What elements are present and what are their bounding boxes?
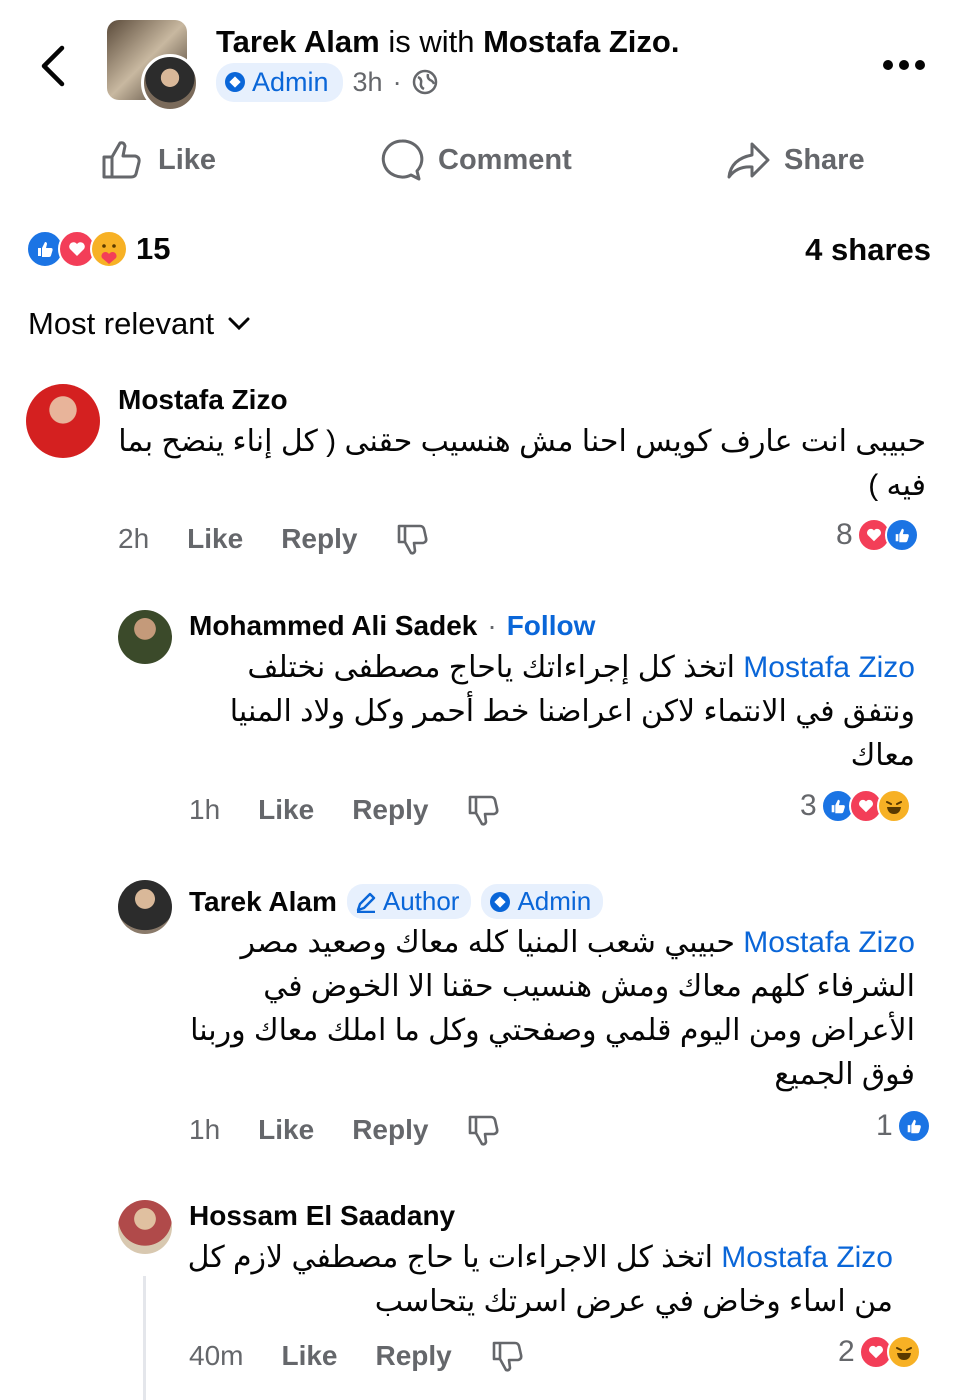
comment-like-button[interactable]: Like (258, 1114, 314, 1146)
tagged-name[interactable]: Mostafa Zizo. (483, 24, 679, 59)
haha-reaction-icon (876, 789, 911, 823)
comment-mention[interactable]: Mostafa Zizo (743, 926, 915, 959)
admin-diamond-icon (225, 72, 245, 92)
comment-button[interactable]: Comment (380, 138, 572, 182)
post-meta: Admin 3h · (216, 62, 438, 102)
reaction-summary: 15 4 shares (26, 226, 931, 274)
sort-dropdown[interactable]: Most relevant (28, 306, 250, 342)
care-reaction-icon (90, 230, 128, 268)
share-button[interactable]: Share (726, 138, 865, 182)
comment-reaction-count: 8 (836, 518, 853, 551)
sort-label: Most relevant (28, 306, 215, 341)
admin-badge: Admin (216, 62, 343, 102)
pencil-icon (356, 892, 376, 913)
comment-author-name[interactable]: Tarek Alam (189, 886, 337, 918)
admin-diamond-icon (490, 891, 511, 912)
comment-reply-button[interactable]: Reply (281, 523, 357, 555)
comment-label: Comment (438, 143, 572, 176)
comment-reaction-count: 1 (876, 1109, 893, 1142)
comment-reply-button[interactable]: Reply (376, 1340, 452, 1372)
share-label: Share (784, 143, 865, 176)
shares-count[interactable]: 4 shares (805, 232, 931, 268)
comment-author[interactable]: Mostafa Zizo (118, 384, 288, 416)
meta-separator: · (392, 66, 402, 97)
post-action-bar: Like Comment Share (0, 132, 957, 192)
post-time[interactable]: 3h (353, 67, 383, 98)
comment-text: Mostafa Zizo اتخذ كل إجراءاتك ياحاج مصطف… (185, 646, 915, 778)
dislike-icon[interactable] (490, 1339, 524, 1373)
comment-like-button[interactable]: Like (258, 794, 314, 826)
author-badge: Author (346, 884, 472, 919)
dislike-icon[interactable] (466, 793, 500, 827)
globe-icon (412, 69, 437, 95)
comment-avatar[interactable] (118, 1200, 172, 1254)
share-arrow-icon (727, 142, 770, 179)
comment-mention[interactable]: Mostafa Zizo (721, 1241, 893, 1274)
post-avatar[interactable] (107, 20, 199, 112)
comment-reactions[interactable]: 8 (836, 518, 919, 552)
follow-button[interactable]: Follow (507, 610, 596, 642)
like-button[interactable]: Like (100, 138, 216, 182)
comment-like-button[interactable]: Like (281, 1340, 337, 1372)
comment-time[interactable]: 1h (189, 1114, 220, 1146)
comment-text: حبيبى انت عارف كويس احنا مش هنسيب حقنى (… (118, 425, 926, 502)
comment-actions: 1h Like Reply (189, 1113, 538, 1147)
reaction-icons[interactable]: 15 (26, 230, 170, 268)
comment-reply-button[interactable]: Reply (352, 1114, 428, 1146)
dislike-icon[interactable] (395, 522, 429, 556)
comment-author-name[interactable]: Mostafa Zizo (118, 384, 288, 416)
comment-author: Hossam El Saadany (189, 1200, 455, 1232)
reaction-count: 15 (136, 231, 171, 266)
comment-reaction-count: 3 (800, 789, 817, 822)
comment-time[interactable]: 1h (189, 794, 220, 826)
comment-mention[interactable]: Mostafa Zizo (743, 651, 915, 684)
dislike-icon[interactable] (466, 1113, 500, 1147)
comment-text: Mostafa Zizo حبيبي شعب المنيا كله معاك و… (185, 921, 915, 1097)
more-dots-icon[interactable] (882, 58, 926, 72)
admin-label: Admin (517, 886, 592, 916)
like-reaction-icon (896, 1109, 931, 1143)
back-chevron-icon[interactable] (36, 44, 70, 88)
comment-avatar[interactable] (118, 880, 172, 934)
comment-actions: 2h Like Reply (118, 522, 467, 556)
like-reaction-icon (884, 518, 919, 552)
comment-author-name[interactable]: Mohammed Ali Sadek (189, 610, 477, 642)
author-label: Author (382, 886, 460, 916)
comment-actions: 40m Like Reply (189, 1339, 562, 1373)
comment-time[interactable]: 40m (189, 1340, 243, 1372)
comment-reactions[interactable]: 2 (838, 1335, 921, 1369)
comment-reactions[interactable]: 1 (876, 1109, 931, 1143)
comment-reply-button[interactable]: Reply (352, 794, 428, 826)
reply-thread-line (143, 1276, 146, 1400)
comment-reaction-count: 2 (838, 1335, 855, 1368)
comment-bubble-icon (381, 139, 424, 181)
thumbs-up-icon (102, 141, 141, 179)
follow-separator: · (487, 610, 497, 641)
chevron-down-icon (228, 317, 250, 331)
like-label: Like (158, 143, 217, 176)
comment-actions: 1h Like Reply (189, 793, 538, 827)
admin-label: Admin (252, 66, 329, 97)
with-text: is with (388, 24, 475, 59)
comment-author-name[interactable]: Hossam El Saadany (189, 1200, 455, 1232)
comment-author: Mohammed Ali Sadek · Follow (189, 610, 595, 642)
tagged-avatar (141, 54, 199, 112)
haha-reaction-icon (886, 1335, 921, 1369)
comment-author: Tarek Alam Author Admin (189, 884, 604, 919)
comment-avatar[interactable] (118, 610, 172, 664)
comment-avatar[interactable] (26, 384, 100, 458)
post-header-title: Tarek Alam is with Mostafa Zizo. (216, 24, 679, 60)
comment-like-button[interactable]: Like (187, 523, 243, 555)
comment-text: Mostafa Zizo اتخذ كل الاجراءات يا حاج مص… (185, 1236, 893, 1324)
comment-reactions[interactable]: 3 (800, 789, 911, 823)
admin-badge: Admin (481, 884, 604, 919)
comment-time[interactable]: 2h (118, 523, 149, 555)
poster-name[interactable]: Tarek Alam (216, 24, 380, 59)
